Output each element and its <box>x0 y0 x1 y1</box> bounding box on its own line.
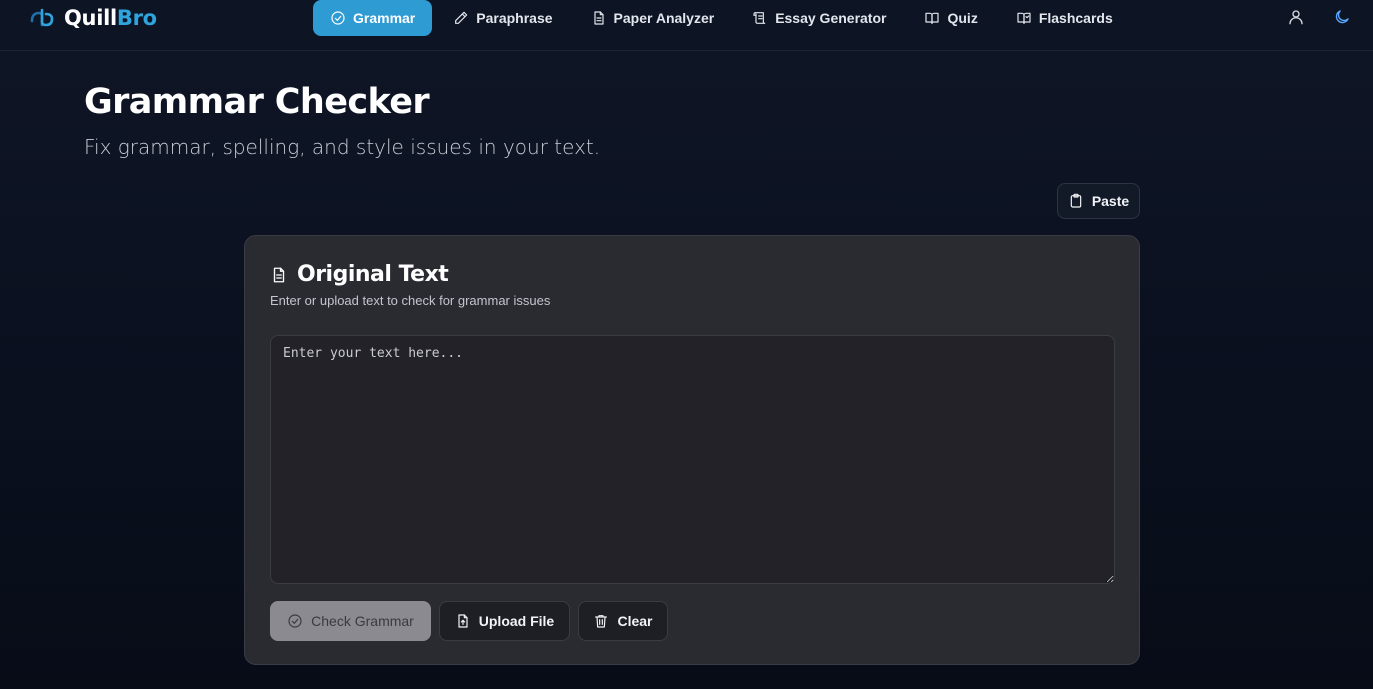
clear-label: Clear <box>617 613 653 629</box>
check-circle-icon <box>331 11 345 25</box>
book-check-icon <box>1017 12 1031 24</box>
upload-file-button[interactable]: Upload File <box>439 601 570 641</box>
nav-tabs: Grammar Paraphrase Paper Analyzer Essay … <box>313 0 1130 36</box>
nav-item-flashcards[interactable]: Flashcards <box>999 0 1130 36</box>
nav-item-label: Flashcards <box>1038 10 1113 26</box>
nav-item-label: Paraphrase <box>476 10 553 26</box>
upload-file-label: Upload File <box>478 613 555 629</box>
logo-text-quill: Quill <box>64 6 117 30</box>
nav-item-paraphrase[interactable]: Paraphrase <box>436 0 569 36</box>
check-grammar-button[interactable]: Check Grammar <box>270 601 431 641</box>
nav-item-label: Essay Generator <box>775 10 887 26</box>
nav-item-quiz[interactable]: Quiz <box>907 0 994 36</box>
nav-item-label: Grammar <box>353 10 416 26</box>
check-circle-icon <box>288 614 302 628</box>
card-header: Original Text <box>270 262 449 287</box>
nav-item-label: Paper Analyzer <box>613 10 715 26</box>
file-upload-icon <box>458 614 468 628</box>
nav-item-essay-generator[interactable]: Essay Generator <box>735 0 903 36</box>
document-icon <box>593 11 604 25</box>
pencil-icon <box>455 11 468 24</box>
moon-icon[interactable] <box>1333 8 1351 26</box>
document-icon <box>273 267 285 282</box>
top-nav: QuillBro Grammar Paraphrase Paper Analyz… <box>0 0 1373 51</box>
nav-item-paper-analyzer[interactable]: Paper Analyzer <box>574 0 732 36</box>
logo-icon <box>30 8 54 27</box>
clipboard-icon <box>1070 193 1082 208</box>
nav-item-label: Quiz <box>947 10 978 26</box>
card-actions: Check Grammar Upload File Clear <box>270 601 668 641</box>
logo-text: QuillBro <box>64 6 157 30</box>
scroll-icon <box>753 12 766 24</box>
nav-actions <box>1287 8 1351 26</box>
book-open-icon <box>925 12 940 24</box>
logo[interactable]: QuillBro <box>28 5 157 31</box>
nav-item-grammar[interactable]: Grammar <box>313 0 433 36</box>
paste-button[interactable]: Paste <box>1057 183 1140 219</box>
paste-button-label: Paste <box>1091 193 1130 209</box>
page-title: Grammar Checker <box>84 82 430 122</box>
trash-icon <box>595 615 608 628</box>
card-title: Original Text <box>297 262 449 287</box>
text-input[interactable] <box>270 335 1115 584</box>
clear-button[interactable]: Clear <box>578 601 668 641</box>
card-description: Enter or upload text to check for gramma… <box>270 293 551 308</box>
page-subtitle: Fix grammar, spelling, and style issues … <box>84 135 601 159</box>
original-text-card: Original Text Enter or upload text to ch… <box>244 235 1140 665</box>
check-grammar-label: Check Grammar <box>311 613 414 629</box>
user-icon[interactable] <box>1287 8 1305 26</box>
logo-text-bro: Bro <box>116 6 157 30</box>
